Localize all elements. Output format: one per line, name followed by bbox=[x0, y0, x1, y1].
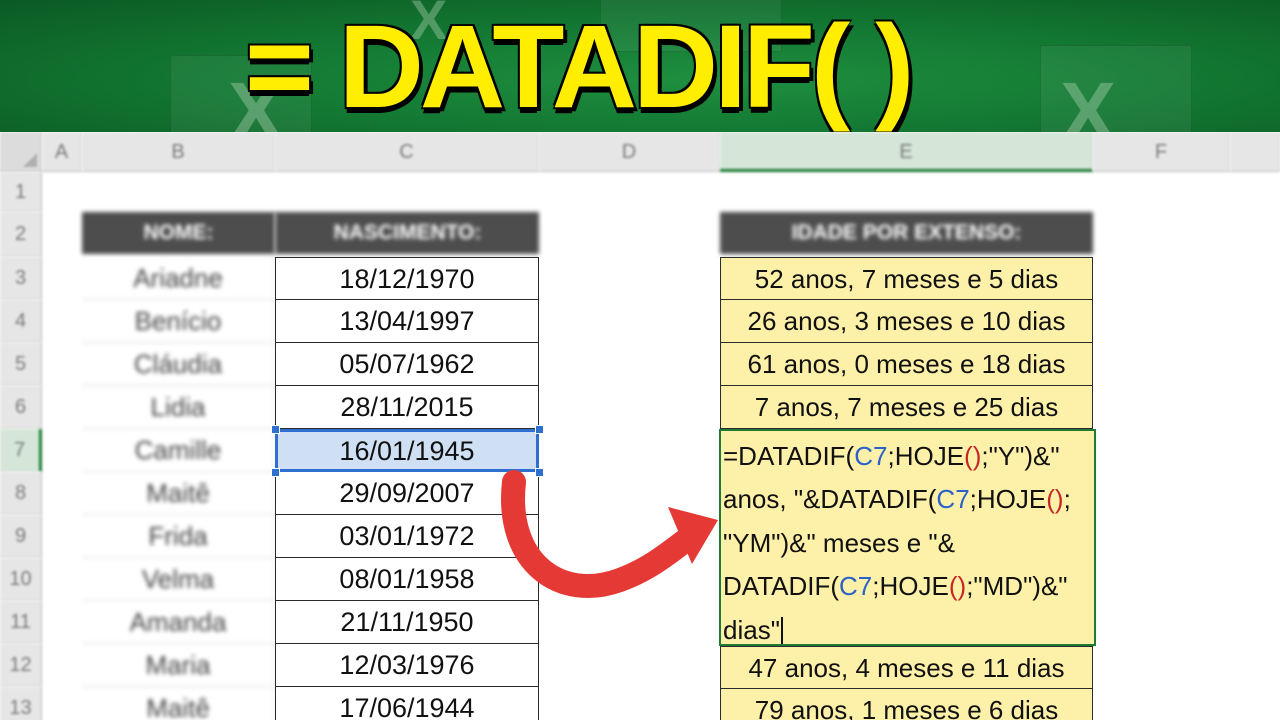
row-header-1[interactable]: 1 bbox=[0, 172, 42, 212]
row-header-6[interactable]: 6 bbox=[0, 386, 42, 429]
title-banner: X X X = DATADIF( ) bbox=[0, 0, 1280, 132]
column-header-b[interactable]: B bbox=[82, 132, 275, 172]
formula-line: "YM")&" meses e "& bbox=[723, 527, 955, 558]
header-nome: NOME: bbox=[82, 212, 275, 254]
name-cell[interactable]: Benício bbox=[82, 300, 275, 343]
row-header-8[interactable]: 8 bbox=[0, 472, 42, 515]
column-header-e[interactable]: E bbox=[720, 132, 1093, 172]
age-result-cell[interactable]: 47 anos, 4 meses e 11 dias bbox=[720, 646, 1093, 689]
column-header-f[interactable]: F bbox=[1093, 132, 1230, 172]
row-header-12[interactable]: 12 bbox=[0, 644, 42, 687]
name-cell[interactable]: Lidia bbox=[82, 386, 275, 429]
birth-date-cell[interactable]: 17/06/1944 bbox=[275, 687, 539, 720]
formula-paren: () bbox=[1046, 484, 1064, 515]
age-result-cell[interactable]: 52 anos, 7 meses e 5 dias bbox=[720, 257, 1093, 300]
name-cell[interactable]: Amanda bbox=[82, 601, 275, 644]
selected-birth-date-cell[interactable]: 16/01/1945 bbox=[275, 429, 539, 472]
name-cell[interactable]: Camille bbox=[82, 429, 275, 472]
row-header-13[interactable]: 13 bbox=[0, 687, 42, 720]
birth-date-cell[interactable]: 21/11/1950 bbox=[275, 601, 539, 644]
birth-date-cell[interactable]: 29/09/2007 bbox=[275, 472, 539, 515]
birth-date-cell[interactable]: 28/11/2015 bbox=[275, 386, 539, 429]
header-nascimento: NASCIMENTO: bbox=[275, 212, 539, 254]
formula-line: anos, "&DATADIF(C7;HOJE(); bbox=[723, 484, 1071, 515]
text-caret bbox=[780, 616, 783, 644]
excel-logo-icon: X bbox=[1060, 65, 1117, 132]
name-cell[interactable]: Maitê bbox=[82, 472, 275, 515]
column-header-c[interactable]: C bbox=[275, 132, 539, 172]
name-cell[interactable]: Frida bbox=[82, 515, 275, 558]
name-cell[interactable]: Maitê bbox=[82, 687, 275, 720]
birth-date-cell[interactable]: 08/01/1958 bbox=[275, 558, 539, 601]
column-header-g[interactable] bbox=[1230, 132, 1280, 172]
select-all-corner[interactable] bbox=[0, 132, 42, 172]
cell-reference: C7 bbox=[839, 571, 873, 602]
formula-line: DATADIF(C7;HOJE();"MD")&" bbox=[723, 571, 1068, 602]
age-result-cell[interactable]: 61 anos, 0 meses e 18 dias bbox=[720, 343, 1093, 386]
banner-title: = DATADIF( ) bbox=[245, 1, 914, 132]
age-result-cell[interactable]: 26 anos, 3 meses e 10 dias bbox=[720, 300, 1093, 343]
column-header-a[interactable]: A bbox=[42, 132, 82, 172]
header-idade: IDADE POR EXTENSO: bbox=[720, 212, 1093, 254]
spreadsheet[interactable]: A B C D E F 1 2 3 4 5 6 7 8 9 10 11 12 13 NOME: NASC… bbox=[0, 132, 1280, 720]
column-header-d[interactable]: D bbox=[539, 132, 720, 172]
cell-reference: C7 bbox=[854, 441, 888, 471]
selection-handle[interactable] bbox=[271, 468, 280, 477]
formula-edit-cell[interactable]: =DATADIF(C7;HOJE();"Y")&" anos, "&DATADIF… bbox=[719, 429, 1096, 646]
select-all-icon bbox=[23, 153, 37, 167]
birth-date-cell[interactable]: 05/07/1962 bbox=[275, 343, 539, 386]
row-header-2[interactable]: 2 bbox=[0, 212, 42, 257]
formula-paren: () bbox=[964, 441, 982, 471]
row-header-11[interactable]: 11 bbox=[0, 601, 42, 644]
row-header-4[interactable]: 4 bbox=[0, 300, 42, 343]
age-result-cell[interactable]: 7 anos, 7 meses e 25 dias bbox=[720, 386, 1093, 429]
birth-date-cell[interactable]: 03/01/1972 bbox=[275, 515, 539, 558]
formula-line: =DATADIF(C7;HOJE();"Y")&" bbox=[723, 441, 1060, 471]
row-header-10[interactable]: 10 bbox=[0, 558, 42, 601]
age-result-cell[interactable]: 79 anos, 1 meses e 6 dias bbox=[720, 689, 1093, 720]
formula-line: dias" bbox=[723, 609, 1092, 644]
fill-handle[interactable] bbox=[535, 468, 544, 477]
birth-date-cell[interactable]: 12/03/1976 bbox=[275, 644, 539, 687]
birth-date-cell[interactable]: 13/04/1997 bbox=[275, 300, 539, 343]
selection-handle[interactable] bbox=[535, 425, 544, 434]
name-cell[interactable]: Ariadne bbox=[82, 257, 275, 300]
name-cell[interactable]: Velma bbox=[82, 558, 275, 601]
row-header-9[interactable]: 9 bbox=[0, 515, 42, 558]
cell-reference: C7 bbox=[936, 484, 970, 515]
birth-date-cell[interactable]: 18/12/1970 bbox=[275, 257, 539, 300]
selection-handle[interactable] bbox=[271, 425, 280, 434]
row-header-3[interactable]: 3 bbox=[0, 257, 42, 300]
row-header-7[interactable]: 7 bbox=[0, 429, 42, 472]
name-cell[interactable]: Maria bbox=[82, 644, 275, 687]
formula-paren: () bbox=[948, 571, 967, 602]
row-header-5[interactable]: 5 bbox=[0, 343, 42, 386]
name-cell[interactable]: Cláudia bbox=[82, 343, 275, 386]
